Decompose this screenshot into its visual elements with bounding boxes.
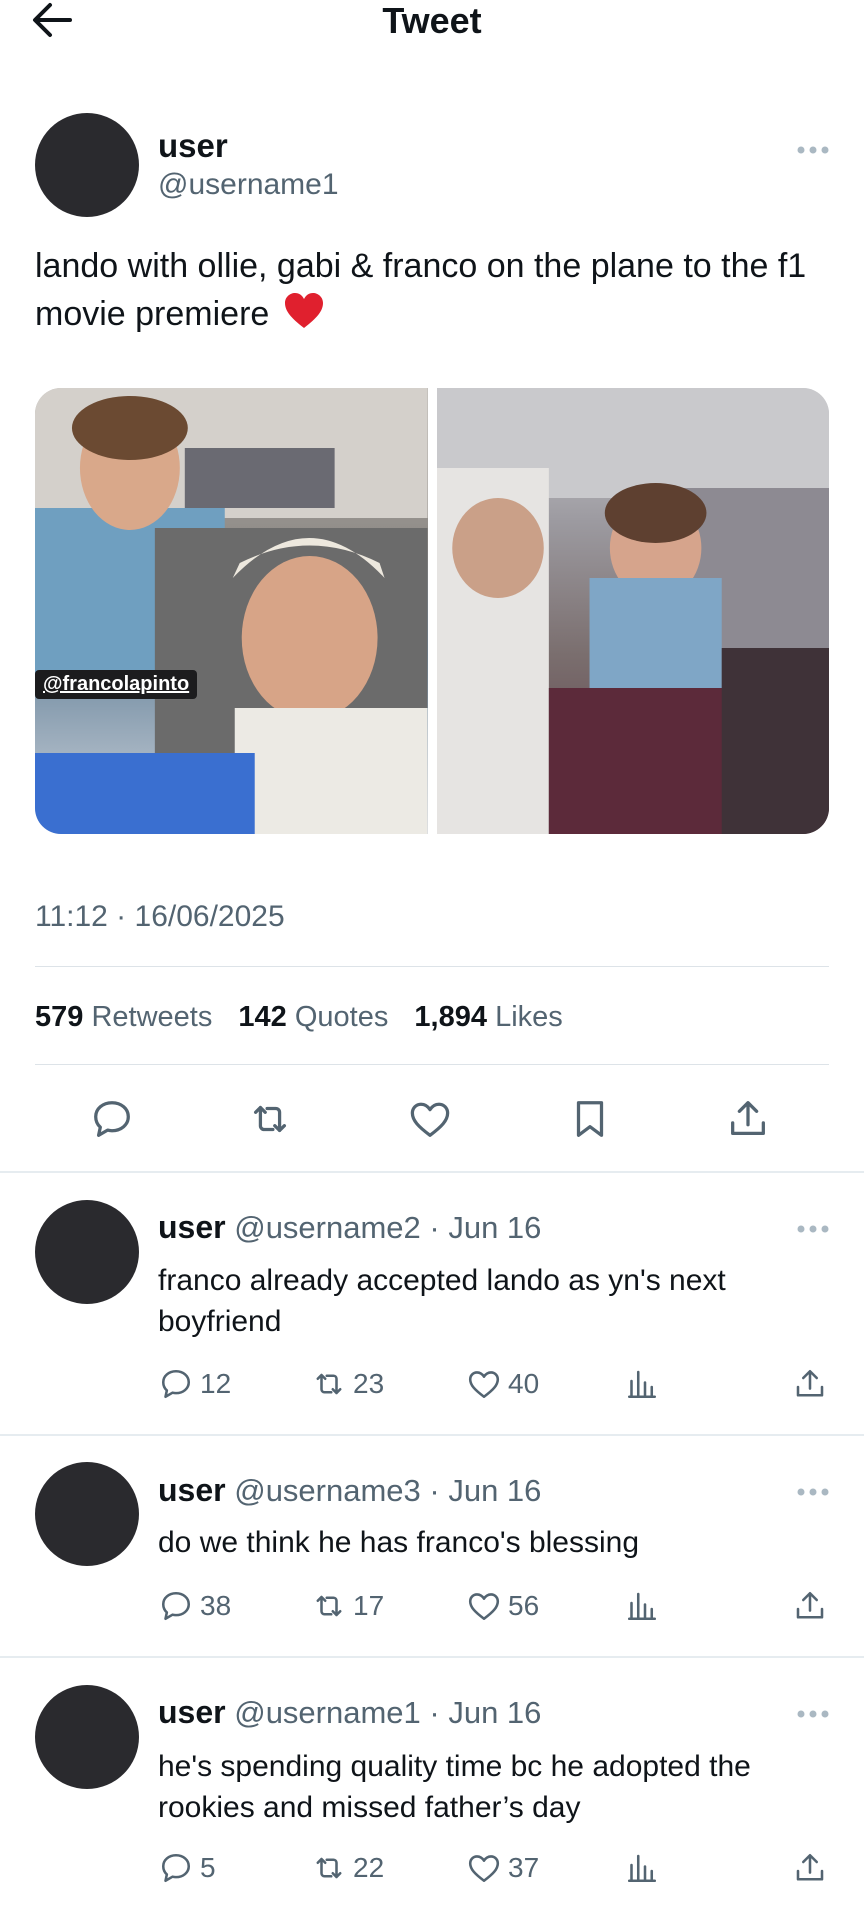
like-count: 37: [508, 1852, 540, 1883]
reply-text: do we think he has franco's blessing: [158, 1526, 640, 1559]
likes-stat[interactable]: 1,894 Likes: [414, 1001, 580, 1033]
divider: [0, 1171, 864, 1173]
reply-button[interactable]: 38: [158, 1584, 231, 1628]
tweet-media[interactable]: @francolapinto: [35, 388, 829, 834]
tweet-timestamp[interactable]: 11:12 · 16/06/2025: [35, 898, 285, 936]
retweet-count: 23: [353, 1368, 385, 1399]
share-button[interactable]: [792, 1362, 834, 1406]
quotes-stat[interactable]: 142 Quotes: [238, 1001, 406, 1033]
like-count: 40: [508, 1368, 540, 1399]
tweet-text: lando with ollie, gabi & franco on the p…: [35, 242, 835, 344]
retweet-count: 22: [353, 1852, 385, 1883]
reply-count: 38: [200, 1590, 232, 1621]
photo-right[interactable]: [436, 388, 829, 834]
author-handle[interactable]: @username1: [158, 166, 339, 204]
retweet-button[interactable]: [247, 1096, 293, 1142]
photo-left[interactable]: @francolapinto: [35, 388, 428, 834]
author-name[interactable]: user: [158, 126, 228, 166]
reply-count: 5: [200, 1852, 216, 1883]
author-avatar[interactable]: [35, 113, 139, 217]
share-button[interactable]: [792, 1846, 834, 1890]
share-icon: [796, 1369, 824, 1397]
share-button[interactable]: [792, 1584, 834, 1628]
retweet-icon: [253, 1105, 287, 1133]
reply-meta: @username2 · Jun 16: [234, 1210, 542, 1245]
like-button[interactable]: 56: [466, 1584, 539, 1628]
heart-icon: [468, 1371, 500, 1399]
retweet-count: 17: [353, 1590, 385, 1621]
reply-avatar[interactable]: [35, 1200, 139, 1304]
divider: [35, 966, 829, 967]
divider: [0, 1434, 864, 1436]
more-options-icon[interactable]: [796, 1706, 830, 1718]
reply-button[interactable]: [89, 1096, 135, 1142]
reply-author-name[interactable]: user: [158, 1209, 226, 1245]
reply-text: he's spending quality time bc he adopted…: [158, 1750, 751, 1824]
reply-author-name[interactable]: user: [158, 1694, 226, 1730]
share-icon: [731, 1101, 765, 1136]
red-heart-emoji: [283, 291, 325, 344]
reply-icon: [161, 1853, 191, 1883]
reply-count: 12: [200, 1368, 232, 1399]
analytics-icon: [627, 1854, 657, 1883]
like-button[interactable]: 37: [466, 1846, 539, 1890]
heart-icon: [468, 1593, 500, 1621]
more-options-icon[interactable]: [796, 142, 830, 154]
tweet-stats: 579 Retweets 142 Quotes 1,894 Likes: [35, 998, 581, 1036]
reply-icon: [161, 1591, 191, 1621]
reply-avatar[interactable]: [35, 1462, 139, 1566]
page-title: Tweet: [382, 0, 482, 41]
reply-author-name[interactable]: user: [158, 1472, 226, 1508]
divider: [35, 1064, 829, 1065]
analytics-button[interactable]: [624, 1362, 666, 1406]
tweet-text-body: lando with ollie, gabi & franco on the p…: [35, 247, 807, 333]
bookmark-icon: [576, 1101, 604, 1137]
analytics-icon: [627, 1592, 657, 1621]
reply-button[interactable]: 12: [158, 1362, 231, 1406]
reply-meta: @username1 · Jun 16: [234, 1695, 542, 1730]
retweet-icon: [316, 1857, 342, 1879]
reply-text: franco already accepted lando as yn's ne…: [158, 1264, 726, 1338]
retweets-stat[interactable]: 579 Retweets: [35, 1001, 230, 1033]
reply-header: user @username2 · Jun 16: [158, 1207, 541, 1248]
reply-action-bar: 5 22 37: [158, 1846, 834, 1890]
mention-sticker: @francolapinto: [35, 670, 198, 699]
retweet-icon: [316, 1373, 342, 1395]
like-button[interactable]: [407, 1096, 453, 1142]
share-icon: [796, 1853, 824, 1881]
divider: [0, 1656, 864, 1658]
heart-icon: [468, 1855, 500, 1883]
reply-icon: [94, 1101, 130, 1137]
analytics-button[interactable]: [624, 1584, 666, 1628]
retweet-button[interactable]: 17: [311, 1584, 384, 1628]
reply-meta: @username3 · Jun 16: [234, 1473, 542, 1508]
retweet-button[interactable]: 23: [311, 1362, 384, 1406]
like-button[interactable]: 40: [466, 1362, 539, 1406]
reply-icon: [161, 1369, 191, 1399]
more-options-icon[interactable]: [796, 1221, 830, 1233]
share-button[interactable]: [725, 1096, 771, 1142]
reply-header: user @username3 · Jun 16: [158, 1470, 541, 1511]
tweet-action-bar: [35, 1088, 829, 1148]
bookmark-button[interactable]: [567, 1096, 613, 1142]
reply-action-bar: 38 17 56: [158, 1584, 834, 1628]
share-icon: [796, 1591, 824, 1619]
reply-avatar[interactable]: [35, 1685, 139, 1789]
retweet-icon: [316, 1595, 342, 1617]
heart-icon: [410, 1102, 450, 1137]
analytics-button[interactable]: [624, 1846, 666, 1890]
more-options-icon[interactable]: [796, 1484, 830, 1496]
like-count: 56: [508, 1590, 540, 1621]
top-bar: Tweet: [0, 0, 864, 44]
reply-action-bar: 12 23 40: [158, 1362, 834, 1406]
analytics-icon: [627, 1370, 657, 1399]
reply-button[interactable]: 5: [158, 1846, 216, 1890]
retweet-button[interactable]: 22: [311, 1846, 384, 1890]
reply-header: user @username1 · Jun 16: [158, 1692, 541, 1733]
